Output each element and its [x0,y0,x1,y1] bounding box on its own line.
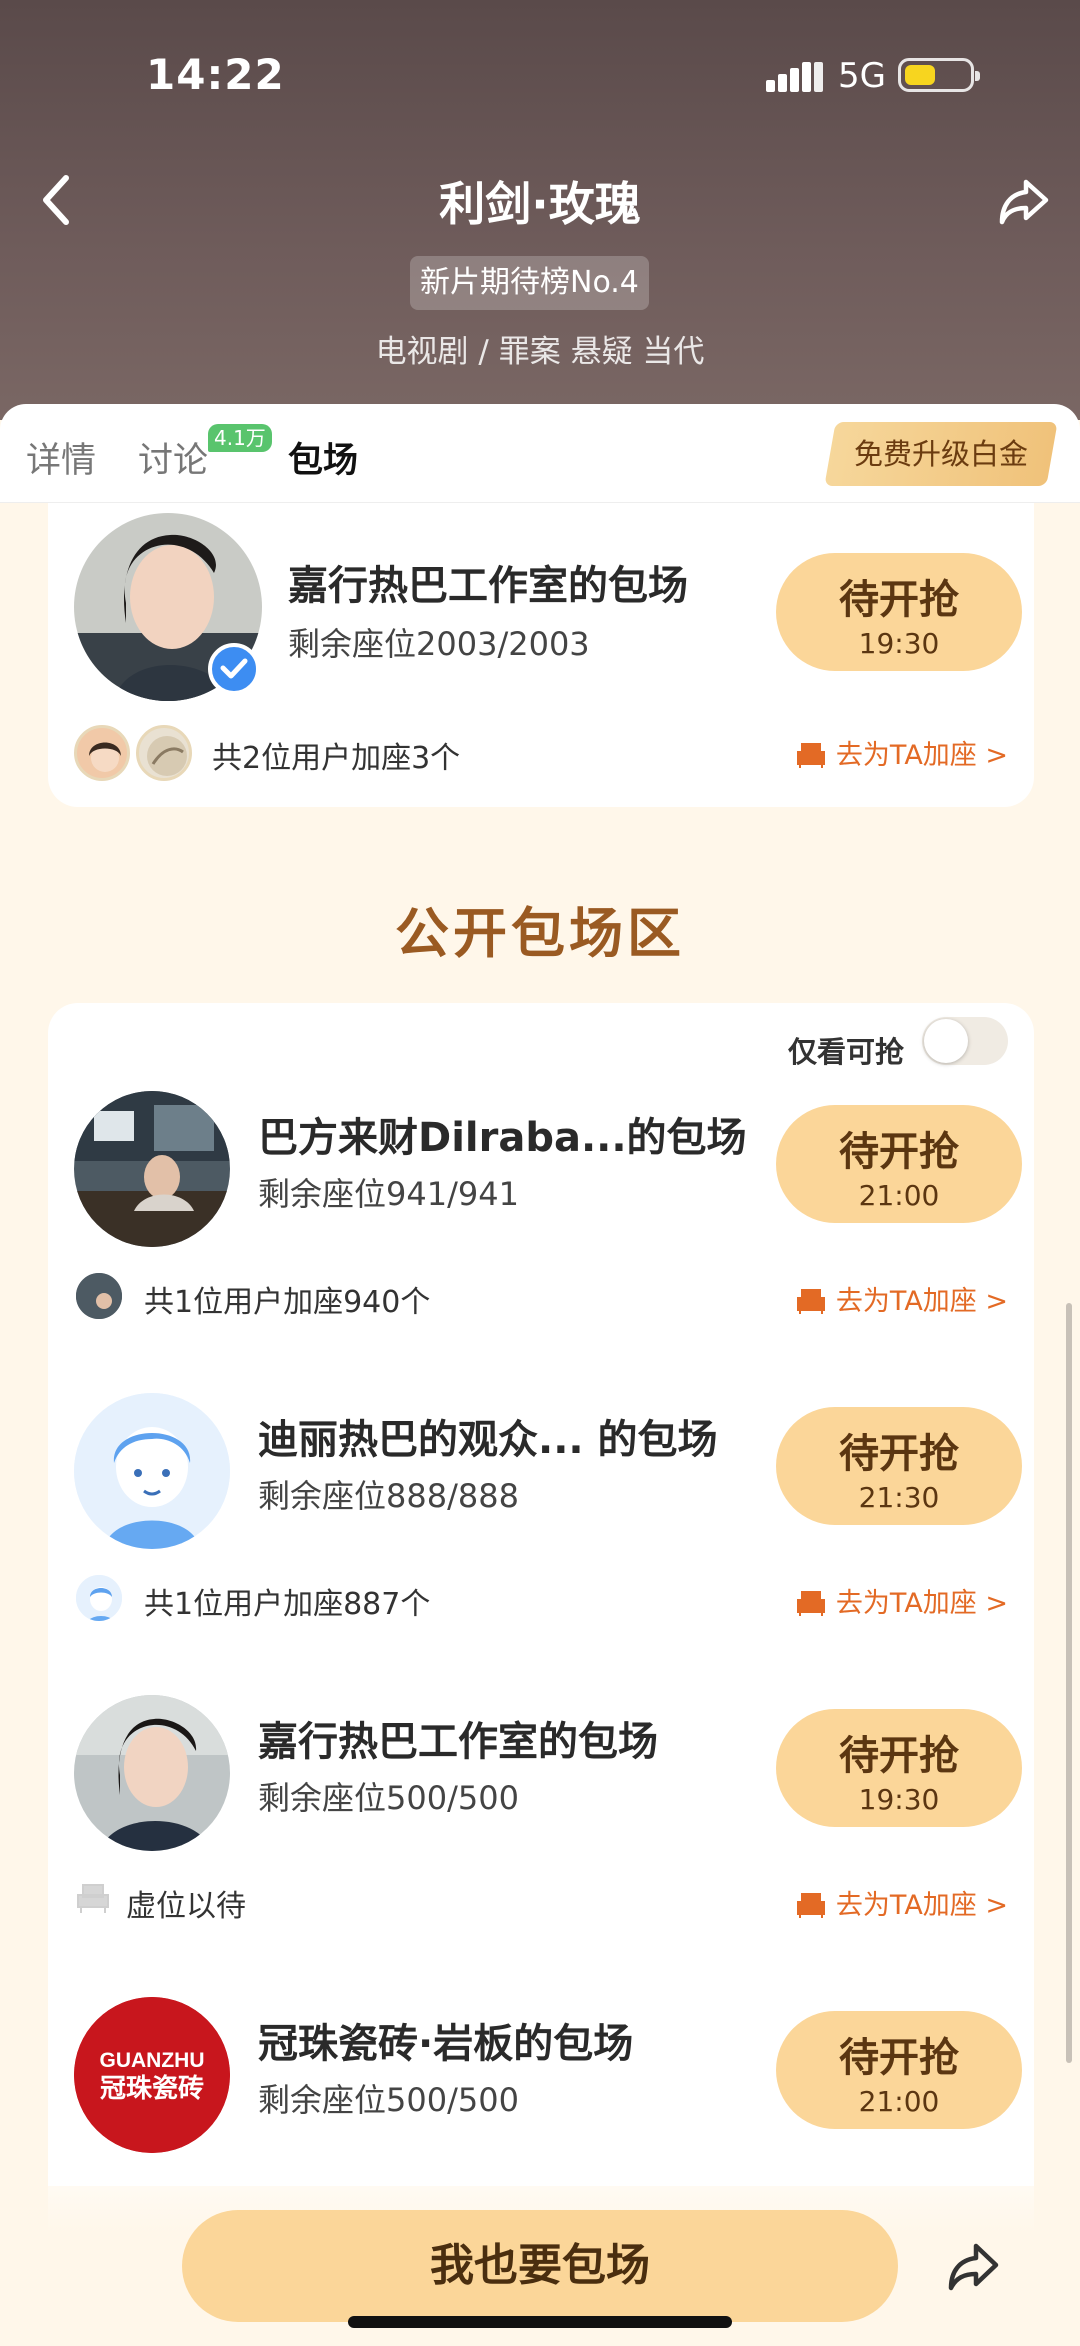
grab-status: 待开抢 [839,1431,959,1477]
avatar [74,1091,230,1247]
booking-row[interactable]: 嘉行热巴工作室的包场 剩余座位2003/2003 待开抢 19:30 共2位用户… [48,513,1034,783]
booking-row[interactable]: 嘉行热巴工作室的包场 剩余座位500/500 待开抢 19:30 虚位以待 去为… [48,1695,1034,1965]
grab-time: 21:00 [858,1179,940,1212]
share-icon[interactable] [944,2238,1002,2296]
seat-icon [796,1893,825,1918]
user-avatar [74,1271,124,1321]
grab-button[interactable]: 待开抢 21:00 [776,1105,1022,1223]
grab-time: 21:00 [858,2085,940,2118]
page-title: 利剑·玫瑰 [439,177,641,231]
filter-label: 仅看可抢 [788,1035,905,1069]
filter-toggle[interactable] [922,1017,1008,1065]
upgrade-platinum-button[interactable]: 免费升级白金 [824,422,1058,486]
public-booking-card: 仅看可抢 巴方来财Dilraba...的包场 剩余座位941/941 待开抢 2 [48,1003,1034,2346]
genre-label: 电视剧 / 罪案 悬疑 当代 [375,334,705,370]
goto-add-seat-link[interactable]: 去为TA加座 > [794,1883,1008,1922]
joined-count: 共1位用户加座940个 [144,1285,431,1320]
goto-add-seat-link[interactable]: 去为TA加座 > [794,733,1008,772]
remaining-seats: 剩余座位2003/2003 [288,625,590,663]
user-avatar [74,1573,124,1623]
home-indicator [348,2316,732,2328]
goto-add-seat-link[interactable]: 去为TA加座 > [794,1279,1008,1318]
user-avatar [74,725,130,781]
tab-booking[interactable]: 包场 [288,432,358,483]
booking-name: 嘉行热巴工作室的包场 [288,563,688,609]
section-title: 公开包场区 [395,902,685,965]
header-backdrop: 14:22 5G 利剑·玫瑰 新片期待榜No.4 电视剧 / 罪案 悬疑 当代 [0,0,1080,420]
verified-icon [208,643,260,695]
booking-name: 嘉行热巴工作室的包场 [258,1719,658,1765]
grab-button[interactable]: 待开抢 21:30 [776,1407,1022,1525]
remaining-seats: 剩余座位941/941 [258,1175,519,1213]
booking-name: 巴方来财Dilraba...的包场 [258,1115,747,1161]
rank-badge[interactable]: 新片期待榜No.4 [410,256,649,310]
joined-count: 共1位用户加座887个 [144,1587,431,1622]
upgrade-label: 免费升级白金 [853,437,1028,471]
create-booking-button[interactable]: 我也要包场 [182,2210,898,2322]
remaining-seats: 剩余座位500/500 [258,2081,519,2119]
logo-text-bottom: 冠珠瓷砖 [100,2074,204,2104]
joined-count: 虚位以待 [126,1889,246,1924]
discussion-count-badge: 4.1万 [208,424,272,452]
booking-name: 迪丽热巴的观众... 的包场 [258,1417,718,1463]
seat-icon [796,1591,825,1616]
remaining-seats: 剩余座位888/888 [258,1477,519,1515]
booking-name: 冠珠瓷砖·岩板的包场 [258,2021,634,2067]
share-button[interactable] [996,174,1052,230]
joined-count: 共2位用户加座3个 [212,741,461,776]
booking-row[interactable]: 迪丽热巴的观众... 的包场 剩余座位888/888 待开抢 21:30 共1位… [48,1393,1034,1663]
bottom-bar: 我也要包场 [0,2186,1080,2346]
avatar [74,1393,230,1549]
battery-icon [898,58,980,92]
booking-list[interactable]: 嘉行热巴工作室的包场 剩余座位2003/2003 待开抢 19:30 共2位用户… [0,503,1080,2346]
scrollbar[interactable] [1066,1303,1072,2063]
logo-text-top: GUANZHU [100,2049,205,2072]
grab-button[interactable]: 待开抢 19:30 [776,553,1022,671]
grab-time: 19:30 [858,1783,940,1816]
signal-icon [766,62,823,92]
seat-icon [796,1289,825,1314]
user-avatar [136,725,192,781]
empty-seat-icon [77,1884,109,1913]
grab-time: 19:30 [858,627,940,660]
grab-button[interactable]: 待开抢 21:00 [776,2011,1022,2129]
seat-icon [796,743,825,768]
goto-add-seat-link[interactable]: 去为TA加座 > [794,1581,1008,1620]
featured-booking-card[interactable]: 嘉行热巴工作室的包场 剩余座位2003/2003 待开抢 19:30 共2位用户… [48,503,1034,807]
grab-status: 待开抢 [839,577,959,623]
remaining-seats: 剩余座位500/500 [258,1779,519,1817]
tab-discussion[interactable]: 讨论 [138,432,208,483]
brand-logo: GUANZHU 冠珠瓷砖 [74,1997,230,2153]
network-label: 5G [838,56,886,96]
tab-details[interactable]: 详情 [26,432,96,483]
grab-status: 待开抢 [839,1733,959,1779]
status-bar: 14:22 5G [0,0,1080,160]
grab-status: 待开抢 [839,1129,959,1175]
booking-row[interactable]: 巴方来财Dilraba...的包场 剩余座位941/941 待开抢 21:00 … [48,1091,1034,1361]
status-time: 14:22 [146,50,285,99]
grab-time: 21:30 [858,1481,940,1514]
avatar [74,1695,230,1851]
grab-button[interactable]: 待开抢 19:30 [776,1709,1022,1827]
grab-status: 待开抢 [839,2035,959,2081]
